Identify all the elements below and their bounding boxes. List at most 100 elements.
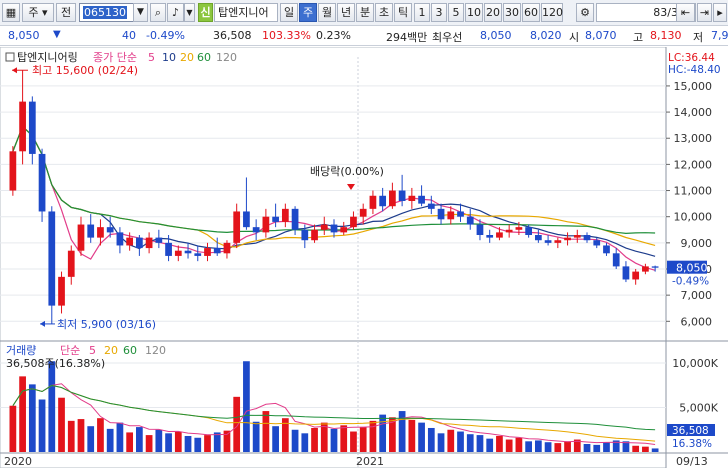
- sound-dropdown-icon[interactable]: ▼: [184, 3, 195, 22]
- volume-bar: [174, 431, 182, 452]
- volume-bar: [525, 441, 532, 452]
- price-tick-label: 14,000: [674, 106, 713, 119]
- candle-body: [291, 208, 299, 230]
- code-dropdown-icon[interactable]: ▼: [133, 3, 148, 22]
- period-button-6[interactable]: 틱: [394, 3, 412, 22]
- chart-type-icon[interactable]: ▦: [2, 3, 20, 22]
- period-button-4[interactable]: 분: [356, 3, 374, 22]
- period-button-0[interactable]: 일: [280, 3, 298, 22]
- volume-bar: [194, 437, 202, 452]
- period-button-3[interactable]: 년: [337, 3, 355, 22]
- x-label-2020: 2020: [4, 455, 32, 468]
- volume-bar: [136, 427, 143, 452]
- volume-bar: [116, 422, 124, 452]
- best-ask-label: 최우선: [432, 31, 463, 44]
- volume-bar: [252, 421, 260, 452]
- price-legend-ma-60: 60: [197, 51, 211, 64]
- prev-tab-button[interactable]: 전: [56, 3, 76, 22]
- minute-button-3[interactable]: 3: [431, 3, 447, 22]
- volume-bar: [330, 428, 338, 452]
- candle-body: [165, 242, 172, 256]
- candle-body: [67, 250, 75, 277]
- volume-bar: [398, 411, 406, 452]
- timeframe-dropdown-label: 주: [28, 6, 39, 19]
- candle-body: [320, 224, 328, 230]
- minute-button-5[interactable]: 5: [448, 3, 464, 22]
- price-tick-label: 10,000: [674, 211, 713, 224]
- price-tick-label: 9,000: [681, 237, 713, 250]
- down-arrow-icon: ▼: [53, 29, 61, 40]
- volume-bar: [87, 426, 95, 452]
- scroll-right-icon[interactable]: ⇥: [697, 3, 712, 22]
- candle-body: [408, 195, 416, 201]
- period-button-2[interactable]: 월: [318, 3, 336, 22]
- volume-bar: [379, 414, 387, 452]
- candle-body: [437, 208, 445, 220]
- price-change: 40: [122, 29, 136, 42]
- current-volume-pct: 16.38%: [672, 438, 712, 450]
- dividend-marker-icon: [347, 184, 355, 190]
- period-button-5[interactable]: 초: [375, 3, 393, 22]
- price-change-pct: -0.49%: [146, 29, 185, 42]
- volume-bar: [155, 429, 163, 452]
- minute-button-10[interactable]: 10: [465, 3, 483, 22]
- candle-body: [223, 242, 231, 254]
- best-ask: 8,050: [480, 29, 512, 42]
- quote-bar: 8,050 ▼ 40 -0.49% 36,508 103.33% 0.23% 2…: [0, 26, 728, 46]
- volume-bar: [642, 446, 649, 452]
- volume-bar: [534, 440, 542, 452]
- chart-toolbar: ▦ 주 ▾ 전 065130 ▼ ⌕ ♪ ▼ 신 탑엔지니어 ⚙ 83/300 …: [0, 0, 728, 26]
- minute-button-30[interactable]: 30: [503, 3, 521, 22]
- price-legend-ma-10: 10: [162, 51, 176, 64]
- candle-body: [330, 224, 338, 233]
- candle-body: [233, 211, 241, 243]
- open-price: 8,070: [585, 29, 617, 42]
- settings-icon[interactable]: ⚙: [576, 3, 594, 22]
- search-icon[interactable]: ⌕: [150, 3, 166, 22]
- price-tick-label: 7,000: [681, 289, 713, 302]
- ma60-line: [12, 125, 656, 235]
- candle-body: [116, 232, 124, 246]
- candle-body: [622, 266, 630, 280]
- volume-bar: [486, 438, 494, 452]
- minute-button-1[interactable]: 1: [414, 3, 430, 22]
- candle-body: [369, 195, 377, 209]
- volume-bar: [19, 376, 26, 452]
- volume-bar: [272, 426, 279, 452]
- volume-bar: [262, 411, 270, 452]
- high-note: 최고 15,600 (02/24): [32, 64, 138, 77]
- period-button-1[interactable]: 주: [299, 3, 317, 22]
- price-tick-label: 6,000: [681, 315, 713, 328]
- volume-legend-ma-20: 20: [104, 344, 118, 357]
- minute-button-20[interactable]: 20: [484, 3, 502, 22]
- candle-body: [544, 240, 552, 243]
- price-legend-name: 탑엔지니어링: [17, 51, 78, 64]
- candle-body: [554, 240, 562, 243]
- volume-legend-name: 거래량: [6, 344, 36, 357]
- volume-bar: [204, 435, 211, 452]
- sound-icon[interactable]: ♪: [167, 3, 184, 22]
- candle-body: [252, 227, 260, 233]
- candle-body: [398, 190, 406, 201]
- volume-bar: [418, 422, 425, 452]
- minute-button-60[interactable]: 60: [522, 3, 540, 22]
- candle-body: [77, 224, 85, 251]
- candle-body: [359, 208, 367, 217]
- stock-code-input[interactable]: 065130: [79, 3, 137, 22]
- volume-bar: [359, 427, 367, 452]
- candle-body: [38, 153, 46, 212]
- stock-name-field[interactable]: 탑엔지니어: [214, 3, 278, 22]
- volume-bar: [97, 418, 104, 452]
- scroll-left-icon[interactable]: ⇤: [676, 3, 695, 22]
- candle-body: [642, 266, 649, 272]
- volume-bar: [48, 361, 56, 452]
- minute-button-120[interactable]: 120: [541, 3, 563, 22]
- stock-chart[interactable]: 15,000 14,000 13,000 12,000 11,000 10,000 9,00…: [0, 46, 728, 469]
- timeframe-dropdown[interactable]: 주 ▾: [22, 3, 54, 22]
- current-change-label: -0.49%: [672, 276, 709, 288]
- chart-canvas[interactable]: 15,000 14,000 13,000 12,000 11,000 10,000 9,00…: [0, 46, 728, 469]
- more-icon[interactable]: ▸: [713, 3, 727, 22]
- hc-label: HC:-48.40: [668, 64, 721, 76]
- volume-bar: [340, 425, 348, 452]
- ma5-line: [12, 125, 656, 271]
